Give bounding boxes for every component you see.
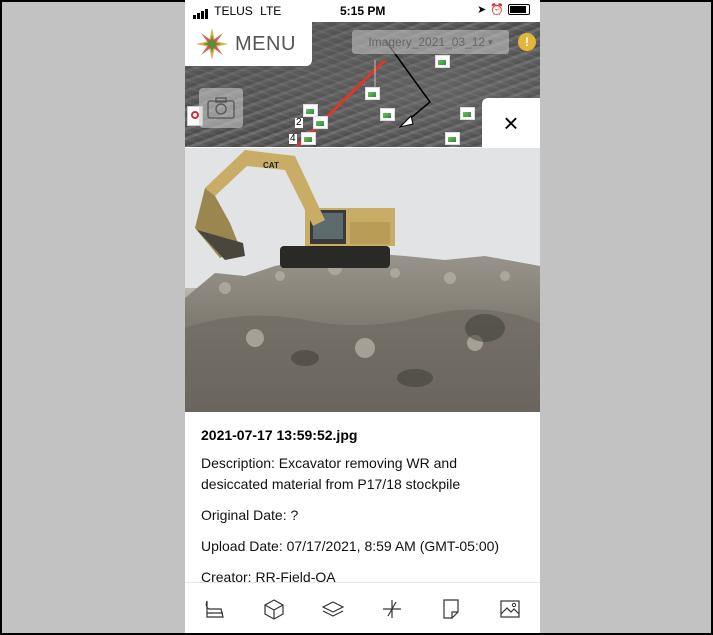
photo-marker[interactable] (435, 55, 450, 68)
camera-button[interactable] (199, 88, 243, 128)
layers-button[interactable] (318, 594, 348, 624)
carrier-name: TELUS (214, 4, 253, 18)
signal-icon (193, 5, 209, 19)
image-icon (500, 599, 520, 618)
excavator-photo-image: CAT (185, 148, 540, 412)
battery-icon (508, 4, 530, 15)
site-photo[interactable]: CAT (185, 148, 540, 412)
network-type: LTE (260, 4, 282, 18)
compass-logo-icon (196, 28, 228, 60)
photo-description: Description: Excavator removing WR and d… (201, 455, 461, 492)
arrow-head (398, 115, 414, 128)
photo-marker[interactable] (445, 132, 460, 145)
photo-filename: 2021-07-17 13:59:52.jpg (201, 427, 358, 443)
images-button[interactable] (495, 594, 525, 624)
notes-button[interactable] (436, 594, 466, 624)
photo-marker[interactable] (365, 87, 380, 100)
camera-icon (207, 97, 235, 119)
photo-marker[interactable] (313, 116, 328, 129)
marker-count-label: 2 (295, 117, 303, 128)
location-arrow-icon: ➤ (477, 4, 487, 16)
coordinate-icon (383, 599, 402, 618)
bottom-toolbar (185, 582, 540, 633)
measure-tool-button[interactable] (200, 594, 230, 624)
menu-label: MENU (235, 32, 296, 55)
clock: 5:15 PM (340, 4, 386, 18)
phone-screen: 2 4 TELUS LTE 5:15 PM ➤ ⏰ MENU Imagery_2… (185, 0, 540, 633)
layers-icon (321, 600, 345, 617)
photo-marker[interactable] (301, 132, 316, 145)
measure-icon (205, 600, 224, 618)
photo-original-date: Original Date: ? (201, 507, 299, 523)
photo-details: 2021-07-17 13:59:52.jpg Description: Exc… (185, 412, 540, 585)
photo-marker[interactable] (380, 108, 395, 121)
close-icon: × (503, 107, 519, 138)
3d-view-button[interactable] (259, 594, 289, 624)
imagery-dropdown[interactable]: Imagery_2021_03_12 ▾ (352, 30, 509, 54)
cube-icon (264, 598, 284, 620)
photo-marker[interactable] (303, 104, 318, 117)
coordinate-button[interactable] (377, 594, 407, 624)
note-icon (443, 598, 459, 619)
close-button[interactable]: × (482, 98, 540, 148)
status-bar: TELUS LTE 5:15 PM ➤ ⏰ (185, 0, 540, 22)
photo-marker[interactable] (460, 107, 475, 120)
warning-icon[interactable]: ! (518, 33, 536, 51)
imagery-selected-value: Imagery_2021_03_12 (368, 35, 486, 49)
photo-upload-date: Upload Date: 07/17/2021, 8:59 AM (GMT-05… (201, 538, 500, 554)
marker-count-label: 4 (289, 133, 297, 144)
svg-text:CAT: CAT (263, 161, 279, 170)
chevron-down-icon: ▾ (488, 36, 493, 47)
menu-button[interactable]: MENU (185, 22, 312, 66)
alarm-icon: ⏰ (490, 4, 504, 16)
